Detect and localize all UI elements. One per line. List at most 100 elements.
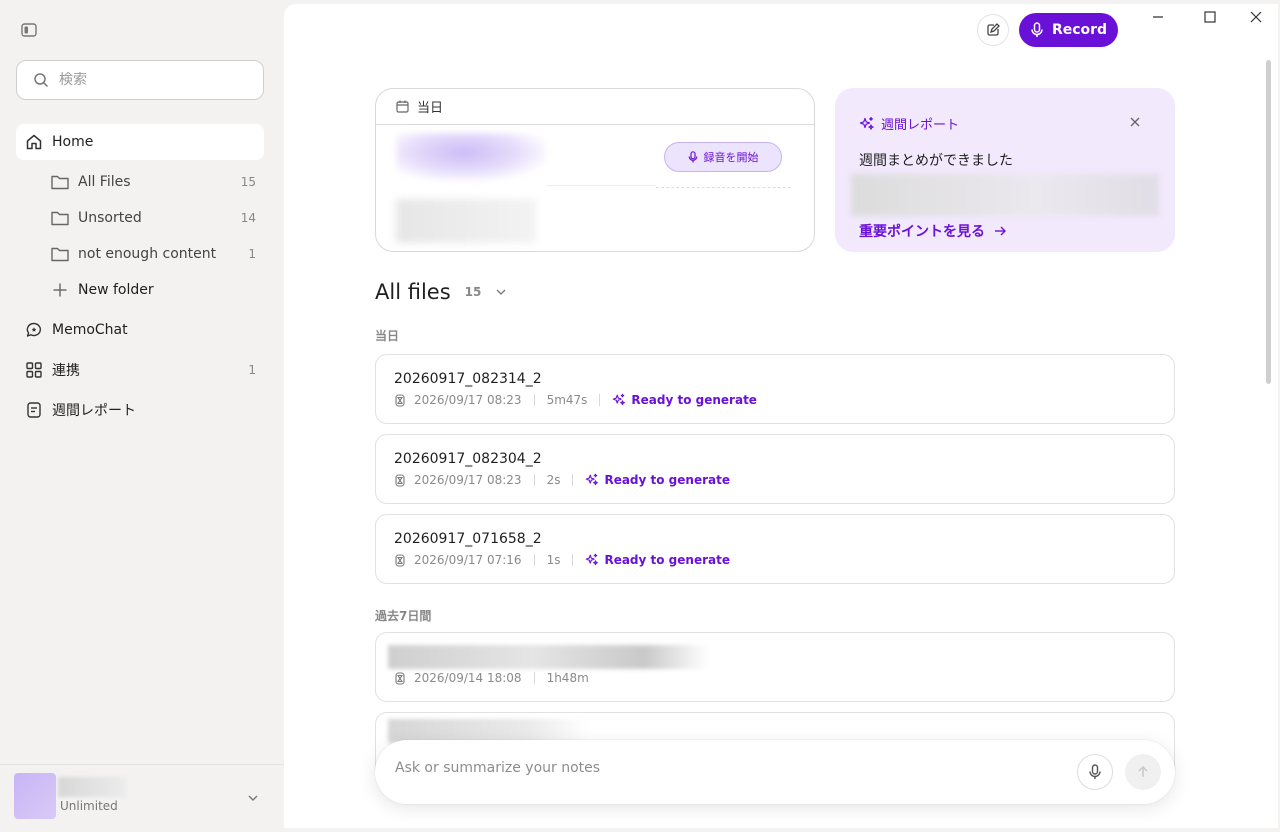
- ask-input[interactable]: [395, 760, 1035, 776]
- sidebar-item-weekly-report[interactable]: 週間レポート: [16, 392, 264, 428]
- minimize-icon[interactable]: [1150, 9, 1166, 25]
- sidebar-item-label: 連携: [52, 363, 80, 379]
- scrollbar[interactable]: [1266, 60, 1271, 384]
- divider: [656, 187, 791, 188]
- redacted-content: [396, 133, 546, 181]
- view-key-points-label: 重要ポイントを見る: [859, 224, 985, 240]
- record-button[interactable]: Record: [1019, 13, 1118, 47]
- sidebar-item-memochat[interactable]: MemoChat: [16, 312, 264, 348]
- sparkle-icon: [585, 553, 599, 567]
- sidebar-folder-all-files[interactable]: All Files 15: [50, 164, 264, 200]
- search-icon: [33, 72, 49, 88]
- divider: [533, 394, 535, 406]
- ready-to-generate-status[interactable]: Ready to generate: [585, 553, 730, 567]
- sidebar-folder-unsorted[interactable]: Unsorted 14: [50, 200, 264, 236]
- chat-bubble-icon: [25, 321, 43, 339]
- hourglass-icon: [394, 393, 406, 407]
- send-button[interactable]: [1125, 754, 1161, 790]
- file-datetime: 2026/09/17 08:23: [414, 393, 522, 407]
- avatar: [14, 773, 56, 819]
- sidebar-item-count: 1: [248, 363, 256, 377]
- record-label: Record: [1051, 22, 1108, 38]
- hourglass-icon: [394, 553, 406, 567]
- sidebar-toggle-icon[interactable]: [20, 22, 38, 38]
- file-row[interactable]: 20260917_071658_2 2026/09/17 07:16 1s Re…: [375, 514, 1175, 584]
- folder-label: not enough content: [78, 246, 217, 262]
- redacted-file-name: [388, 645, 708, 669]
- file-datetime: 2026/09/17 08:23: [414, 473, 522, 487]
- file-meta: 2026/09/17 07:16 1s Ready to generate: [394, 553, 730, 567]
- folder-count: 1: [248, 247, 256, 261]
- folder-label: All Files: [78, 174, 131, 190]
- file-meta: 2026/09/17 08:23 5m47s Ready to generate: [394, 393, 757, 407]
- sidebar-item-integrations[interactable]: 連携 1: [16, 352, 264, 388]
- divider: [572, 554, 574, 566]
- file-datetime: 2026/09/14 18:08: [414, 671, 522, 685]
- divider: [533, 672, 535, 684]
- microphone-icon: [688, 151, 698, 163]
- file-duration: 2s: [546, 473, 561, 487]
- new-folder-label: New folder: [78, 282, 154, 298]
- arrow-up-icon: [1136, 765, 1150, 779]
- sidebar-folder-not-enough-content[interactable]: not enough content 1: [50, 236, 264, 272]
- close-window-icon[interactable]: [1248, 9, 1264, 25]
- sidebar-item-home[interactable]: Home: [16, 124, 264, 160]
- file-duration: 5m47s: [546, 393, 588, 407]
- sidebar: Home All Files 15 Unsorted 14 not enough…: [0, 0, 284, 832]
- all-files-title: All files: [375, 280, 451, 304]
- maximize-icon[interactable]: [1202, 9, 1218, 25]
- file-meta: 2026/09/17 08:23 2s Ready to generate: [394, 473, 730, 487]
- file-row[interactable]: 2026/09/14 18:08 1h48m: [375, 632, 1175, 702]
- plan-label: Unlimited: [60, 799, 118, 813]
- microphone-icon: [1030, 22, 1044, 38]
- plus-icon: [50, 281, 70, 299]
- home-icon: [25, 133, 43, 151]
- grid-icon: [25, 361, 43, 379]
- account-footer[interactable]: Unlimited: [0, 764, 284, 832]
- search-input[interactable]: [59, 72, 239, 88]
- hourglass-icon: [394, 473, 406, 487]
- divider: [572, 474, 574, 486]
- file-meta: 2026/09/14 18:08 1h48m: [394, 671, 589, 685]
- compose-icon: [986, 23, 1000, 37]
- document-icon: [25, 401, 43, 419]
- sidebar-item-label: Home: [52, 134, 94, 150]
- folder-count: 14: [240, 211, 256, 225]
- ask-bar: [375, 740, 1175, 804]
- new-folder-button[interactable]: New folder: [50, 272, 264, 308]
- file-name: 20260917_082304_2: [394, 451, 542, 467]
- sparkle-icon: [585, 473, 599, 487]
- file-duration: 1h48m: [546, 671, 589, 685]
- new-note-button[interactable]: [977, 14, 1009, 46]
- folder-count: 15: [240, 175, 256, 189]
- voice-input-button[interactable]: [1077, 754, 1113, 790]
- all-files-header: All files 15: [375, 280, 507, 304]
- weekly-report-header: 週間レポート: [859, 114, 959, 133]
- chevron-down-icon[interactable]: [495, 286, 507, 298]
- main-panel: Record 当日 録音を開始 週間レポート 週間まとめができました 重要ポイン…: [284, 4, 1278, 828]
- weekly-report-card: 週間レポート 週間まとめができました 重要ポイントを見る: [835, 88, 1175, 252]
- folder-label: Unsorted: [78, 210, 142, 226]
- file-row[interactable]: 20260917_082304_2 2026/09/17 08:23 2s Re…: [375, 434, 1175, 504]
- arrow-right-icon: [993, 224, 1007, 238]
- file-duration: 1s: [546, 553, 561, 567]
- ready-to-generate-status[interactable]: Ready to generate: [612, 393, 757, 407]
- folder-icon: [50, 209, 70, 227]
- view-key-points-link[interactable]: 重要ポイントを見る: [859, 221, 1007, 241]
- user-name-redacted: [58, 777, 126, 797]
- file-name: 20260917_071658_2: [394, 531, 542, 547]
- status-label: Ready to generate: [604, 473, 730, 487]
- weekly-report-title: 週間レポート: [881, 118, 960, 133]
- status-label: Ready to generate: [604, 553, 730, 567]
- section-past-week-label: 過去7日間: [375, 609, 432, 623]
- ready-to-generate-status[interactable]: Ready to generate: [585, 473, 730, 487]
- start-recording-button[interactable]: 録音を開始: [664, 142, 782, 172]
- divider: [599, 394, 601, 406]
- file-name: 20260917_082314_2: [394, 371, 542, 387]
- file-row[interactable]: 20260917_082314_2 2026/09/17 08:23 5m47s…: [375, 354, 1175, 424]
- close-icon[interactable]: [1129, 116, 1141, 128]
- chevron-down-icon[interactable]: [246, 791, 260, 805]
- search-box[interactable]: [16, 60, 264, 100]
- file-datetime: 2026/09/17 07:16: [414, 553, 522, 567]
- today-card-title: 当日: [417, 101, 444, 116]
